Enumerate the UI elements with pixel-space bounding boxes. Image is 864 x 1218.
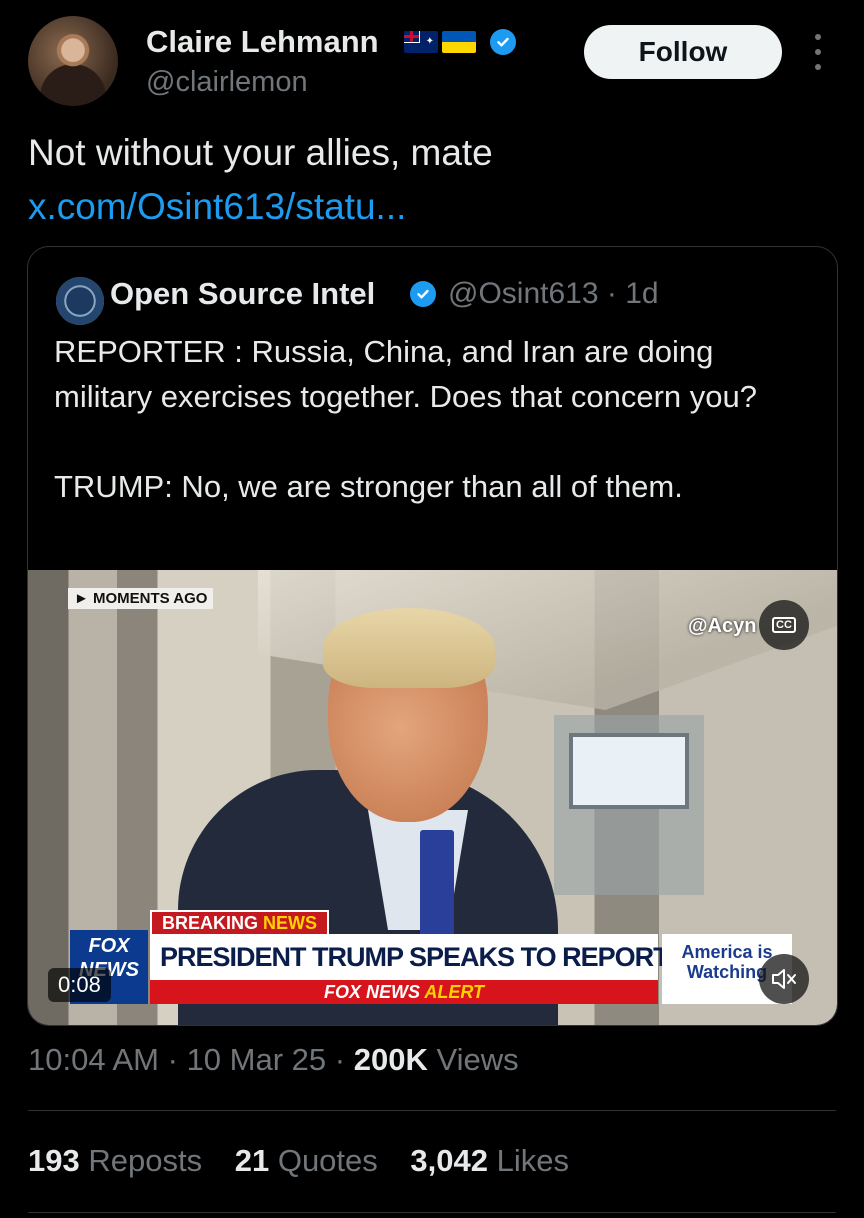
speaker-muted-icon	[772, 969, 796, 989]
divider-bottom	[28, 1212, 836, 1213]
breaking-label: BREAKING	[162, 913, 259, 933]
quoted-text: REPORTER : Russia, China, and Iran are d…	[54, 329, 814, 509]
author-avatar[interactable]	[28, 16, 118, 106]
breaking-news-label: NEWS	[263, 913, 318, 933]
quotes-count: 21	[234, 1143, 270, 1178]
follow-button[interactable]: Follow	[584, 25, 782, 79]
quoted-text-line2: TRUMP: No, we are stronger than all of t…	[54, 469, 683, 504]
quoted-handle[interactable]: @Osint613	[448, 277, 599, 310]
quoted-age[interactable]: 1d	[625, 277, 658, 310]
author-display-name[interactable]: Claire Lehmann	[146, 24, 379, 60]
quoted-author-name[interactable]: Open Source Intel	[110, 276, 375, 312]
video-watermark: @Acyn	[688, 615, 757, 637]
ukraine-flag-icon	[442, 31, 476, 53]
video-scene-hair	[323, 608, 495, 688]
news-headline: PRESIDENT TRUMP SPEAKS TO REPORTERS	[150, 934, 722, 980]
reposts-count: 193	[28, 1143, 80, 1178]
captions-button[interactable]: CC	[759, 600, 809, 650]
mute-button[interactable]	[759, 954, 809, 1004]
author-handle[interactable]: @clairlemon	[146, 66, 308, 99]
reposts-stat[interactable]: 193 Reposts	[28, 1143, 211, 1178]
quoted-meta: @Osint613 · 1d	[448, 277, 659, 311]
tweet-time[interactable]: 10:04 AM	[28, 1042, 159, 1077]
news-lower-third: BREAKING NEWS FOX NEWS PRESIDENT TRUMP S…	[70, 910, 830, 1010]
tweet-text: Not without your allies, mate	[28, 132, 493, 173]
likes-label: Likes	[496, 1143, 569, 1178]
meta-separator-1: ·	[167, 1042, 178, 1077]
moments-ago-badge: ► MOMENTS AGO	[68, 588, 214, 609]
likes-count: 3,042	[410, 1143, 488, 1178]
meta-separator-2: ·	[334, 1042, 346, 1077]
author-flags	[404, 31, 476, 53]
views-count: 200K	[353, 1042, 428, 1077]
quoted-tweet[interactable]: Open Source Intel @Osint613 · 1d REPORTE…	[27, 246, 838, 1026]
likes-stat[interactable]: 3,042 Likes	[410, 1143, 569, 1178]
views-label: Views	[436, 1042, 519, 1077]
australia-flag-icon	[404, 31, 438, 53]
tweet-meta: 10:04 AM · 10 Mar 25 · 200K Views	[28, 1042, 519, 1078]
news-alert-bar: FOX NEWS ALERT	[150, 980, 658, 1004]
breaking-news-bar: BREAKING NEWS	[150, 910, 330, 936]
alert-suffix: ALERT	[424, 982, 485, 1002]
quoted-author-avatar[interactable]	[56, 277, 104, 325]
video-scene-monitor	[569, 733, 689, 809]
cc-icon: CC	[772, 617, 796, 633]
quotes-stat[interactable]: 21 Quotes	[235, 1143, 387, 1178]
tweet-link[interactable]: x.com/Osint613/statu...	[28, 186, 406, 228]
quoted-separator: ·	[606, 277, 617, 310]
quoted-text-line1: REPORTER : Russia, China, and Iran are d…	[54, 334, 758, 414]
engagement-stats: 193 Reposts 21 Quotes 3,042 Likes	[28, 1143, 593, 1179]
video-elapsed-time: 0:08	[48, 968, 111, 1002]
reposts-label: Reposts	[88, 1143, 203, 1178]
quoted-verified-badge-icon	[410, 281, 436, 307]
quotes-label: Quotes	[277, 1143, 378, 1178]
divider	[28, 1110, 836, 1111]
verified-badge-icon	[490, 29, 516, 55]
tweet-date[interactable]: 10 Mar 25	[187, 1042, 327, 1077]
alert-prefix: FOX NEWS	[323, 982, 420, 1002]
video-player[interactable]: ► MOMENTS AGO @Acyn CC BREAKING NEWS FOX…	[28, 570, 837, 1025]
more-options-icon[interactable]	[808, 34, 828, 70]
